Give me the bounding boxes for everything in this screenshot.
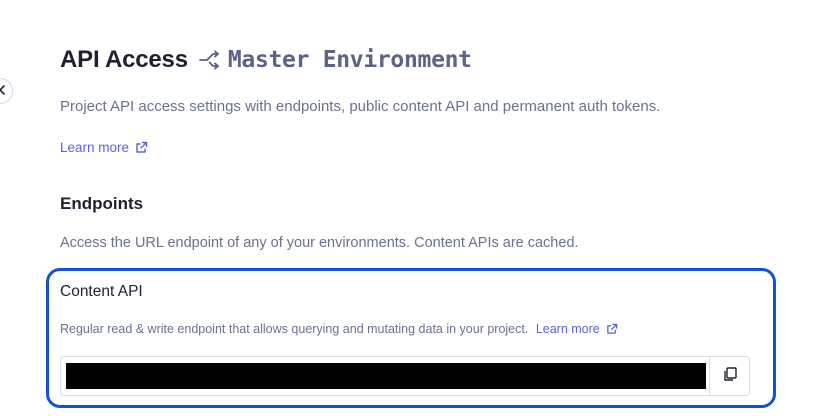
api-access-page: API Access Master Environment Project AP…	[0, 0, 816, 416]
endpoints-heading: Endpoints	[60, 194, 144, 213]
content-api-description-text: Regular read & write endpoint that allow…	[60, 322, 529, 336]
external-link-icon	[606, 323, 618, 335]
content-api-description: Regular read & write endpoint that allow…	[60, 322, 618, 336]
content-api-endpoint-value[interactable]	[66, 363, 706, 389]
collapse-sidebar-button[interactable]	[0, 78, 13, 104]
content-api-learn-more-link[interactable]: Learn more	[536, 322, 618, 336]
content-api-endpoint-field	[60, 356, 750, 396]
content-api-learn-more-label: Learn more	[535, 322, 600, 336]
page-description: Project API access settings with endpoin…	[60, 98, 661, 115]
page-title: API Access	[60, 46, 188, 73]
copy-icon	[722, 366, 738, 387]
endpoints-description: Access the URL endpoint of any of your e…	[60, 235, 579, 251]
copy-endpoint-button[interactable]	[709, 357, 749, 395]
learn-more-link[interactable]: Learn more	[60, 140, 148, 155]
content-api-title: Content API	[60, 283, 143, 300]
content-api-card: Content API Regular read & write endpoin…	[46, 268, 776, 408]
learn-more-label: Learn more	[60, 140, 130, 155]
environment-name: Master Environment	[227, 47, 472, 73]
branch-icon	[198, 50, 220, 70]
page-header: API Access Master Environment	[60, 44, 472, 76]
external-link-icon	[135, 141, 148, 154]
chevron-left-icon	[0, 82, 7, 100]
